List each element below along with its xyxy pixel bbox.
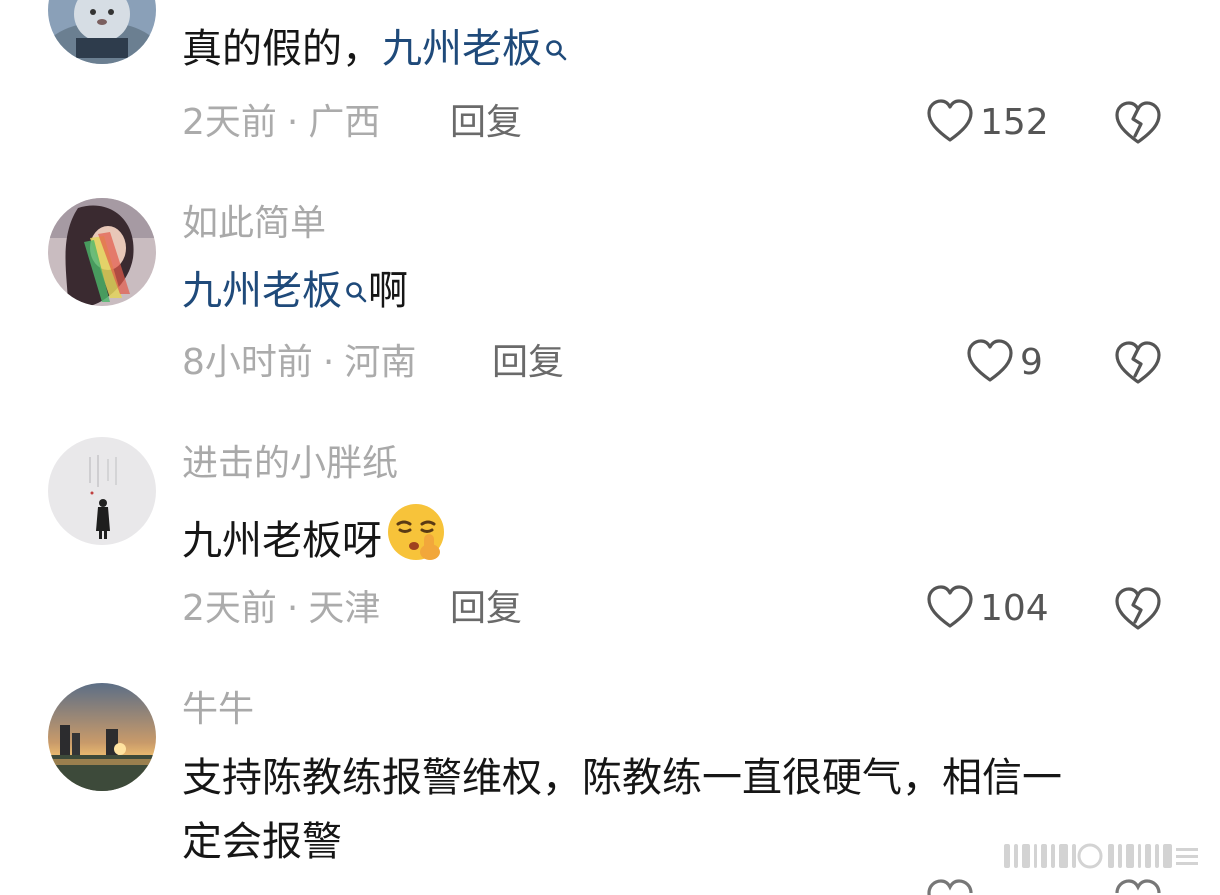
comment-username[interactable]: 进击的小胖纸 <box>182 446 398 482</box>
watermark-mark <box>1004 838 1200 872</box>
search-icon <box>344 264 368 322</box>
comment-meta: 8小时前 · 河南 <box>182 345 416 381</box>
comment-text: 九州老板呀 <box>182 518 382 564</box>
user-avatar[interactable] <box>48 0 156 64</box>
user-avatar[interactable] <box>48 683 156 791</box>
like-count: 104 <box>980 588 1049 629</box>
like-button[interactable]: 152 <box>926 98 1049 148</box>
like-count: 152 <box>980 102 1049 143</box>
dislike-button[interactable] <box>1114 340 1162 386</box>
comment-time: 8小时前 <box>182 342 313 383</box>
search-icon <box>544 22 568 80</box>
meta-separator: · <box>322 342 335 383</box>
comment-location: 广西 <box>308 102 381 143</box>
reply-button[interactable]: 回复 <box>492 345 564 381</box>
broken-heart-icon <box>1114 341 1162 390</box>
comment-body: 九州老板呀 <box>182 504 448 580</box>
partial-broken-heart-icon <box>1114 878 1162 895</box>
comment-meta: 2天前 · 天津 <box>182 591 380 627</box>
comment-location: 天津 <box>308 588 381 629</box>
comment-time: 2天前 <box>182 588 277 629</box>
broken-heart-icon <box>1114 587 1162 636</box>
shushing-face-emoji <box>384 500 448 580</box>
comment-text: 真的假的， <box>182 26 382 72</box>
dislike-button[interactable] <box>1114 100 1162 146</box>
meta-separator: · <box>286 102 299 143</box>
dislike-button[interactable] <box>1114 586 1162 632</box>
reply-button[interactable]: 回复 <box>450 591 522 627</box>
comment-text-line: 支持陈教练报警维权，陈教练一直很硬气，相信一 <box>182 755 1062 801</box>
topic-link[interactable]: 九州老板 <box>182 268 368 314</box>
comment-location: 河南 <box>344 342 417 383</box>
comment-body: 支持陈教练报警维权，陈教练一直很硬气，相信一 定会报警 <box>182 749 1062 871</box>
comment-time: 2天前 <box>182 102 277 143</box>
comment-username[interactable]: 如此简单 <box>182 206 326 242</box>
heart-outline-icon <box>966 338 1014 388</box>
heart-outline-icon <box>926 584 974 634</box>
topic-link[interactable]: 九州老板 <box>382 26 568 72</box>
comment-text-line: 定会报警 <box>182 819 342 865</box>
user-avatar[interactable] <box>48 198 156 306</box>
comment-list: 真的假的，九州老板 2天前 · 广西 回复 152 如此简单 九州老板 啊 8小… <box>0 0 1220 895</box>
reply-button[interactable]: 回复 <box>450 105 522 141</box>
like-button[interactable]: 9 <box>966 338 1043 388</box>
broken-heart-icon <box>1114 101 1162 150</box>
comment-body: 真的假的，九州老板 <box>182 20 568 80</box>
user-avatar[interactable] <box>48 437 156 545</box>
meta-separator: · <box>286 588 299 629</box>
heart-outline-icon <box>926 98 974 148</box>
comment-body: 九州老板啊 <box>182 262 408 322</box>
like-count: 9 <box>1020 342 1043 383</box>
comment-username[interactable]: 牛牛 <box>182 692 254 728</box>
like-button[interactable]: 104 <box>926 584 1049 634</box>
comment-meta: 2天前 · 广西 <box>182 105 380 141</box>
comment-text: 啊 <box>368 268 408 314</box>
partial-heart-icon <box>926 878 974 895</box>
